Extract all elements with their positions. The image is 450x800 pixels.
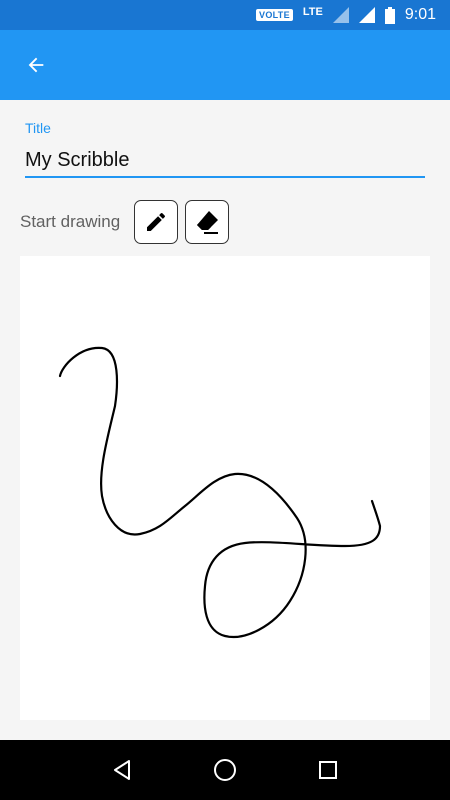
back-triangle-icon	[113, 760, 130, 780]
lte-indicator: LTE	[302, 5, 323, 18]
volte-badge: VOLTE	[256, 9, 293, 21]
signal-icon	[332, 7, 349, 23]
pencil-icon	[147, 212, 166, 231]
navigation-bar	[0, 740, 450, 800]
app-bar	[0, 30, 450, 100]
arrow-left-icon	[28, 57, 44, 73]
status-bar: VOLTE LTE 9:01	[0, 0, 450, 30]
recents-square-icon	[319, 761, 338, 779]
clock: 9:01	[404, 6, 436, 23]
start-drawing-label: Start drawing	[20, 212, 121, 231]
home-circle-icon	[213, 759, 236, 781]
drawing-canvas[interactable]	[20, 256, 430, 720]
pen-button[interactable]	[134, 200, 179, 244]
title-label: Title	[25, 120, 51, 136]
nav-back-button[interactable]	[102, 750, 142, 790]
battery-icon	[384, 6, 395, 24]
nav-home-button[interactable]	[205, 750, 245, 790]
back-button[interactable]	[22, 51, 50, 79]
signal-icon	[358, 7, 375, 23]
title-input[interactable]	[25, 144, 425, 178]
content-area: Title Start drawing	[0, 100, 450, 740]
eraser-button[interactable]	[185, 200, 230, 244]
scribble-stroke	[58, 346, 382, 639]
tools-row: Start drawing	[20, 200, 236, 244]
eraser-icon	[197, 211, 219, 234]
nav-recents-button[interactable]	[308, 750, 348, 790]
